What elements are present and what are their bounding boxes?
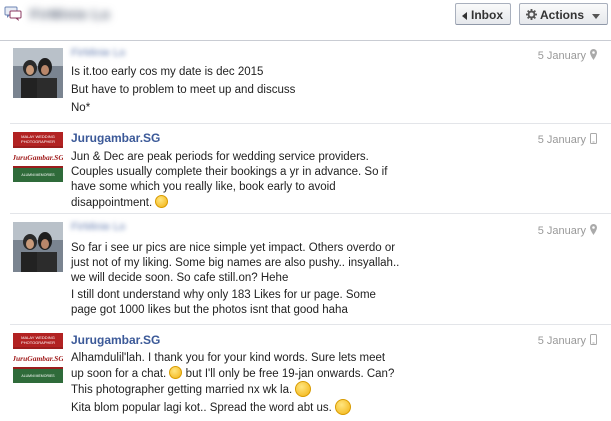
- logo-brand: JuruGambar.SG: [13, 354, 63, 363]
- message-date: 5 January: [511, 133, 611, 147]
- chevron-left-icon: [462, 5, 468, 27]
- smiley-emoji-icon: [155, 195, 169, 208]
- message-line-with-emoji: disappointment.: [71, 195, 169, 211]
- message-line: we will decide soon. So cafe still.on? H…: [71, 272, 289, 284]
- location-pin-icon: [590, 49, 597, 63]
- logo-line-2: PHOTOGRAPHER: [21, 139, 55, 144]
- sender-name[interactable]: Jurugambar.SG: [71, 131, 160, 145]
- message-line: Couples usually complete their bookings …: [71, 166, 388, 178]
- conversation-partner-name[interactable]: FirMinie Lo: [30, 6, 110, 22]
- message-line-with-emoji: up soon for a chat. but I'll only be fre…: [71, 366, 394, 382]
- message-date: 5 January: [511, 49, 611, 63]
- message-line: Is it.too early cos my date is dec 2015: [71, 66, 264, 78]
- sender-name[interactable]: FirMinie Lo: [71, 221, 125, 233]
- sender-name[interactable]: FirMinie Lo: [71, 47, 125, 59]
- couple-photo: [13, 48, 63, 98]
- gear-icon: [526, 5, 537, 27]
- message-text: up soon for a chat.: [71, 368, 167, 380]
- logo-line-3: ALUMNI MEMORIES: [21, 374, 55, 378]
- smiley-emoji-icon: [295, 381, 312, 397]
- sender-avatar[interactable]: [13, 48, 63, 98]
- inbox-button[interactable]: Inbox: [455, 3, 511, 25]
- logo-line-3: ALUMNI MEMORIES: [21, 173, 55, 177]
- logo-line-2: PHOTOGRAPHER: [21, 340, 55, 345]
- message-divider: [10, 123, 611, 124]
- inbox-button-label: Inbox: [471, 8, 503, 22]
- jurugambar-logo: MALAY WEDDING PHOTOGRAPHER JuruGambar.SG…: [13, 132, 63, 182]
- message-date: 5 January: [511, 224, 611, 238]
- actions-button-label: Actions: [540, 8, 585, 22]
- message-line: have some which you really like, book ea…: [71, 181, 336, 193]
- message-line: I still dont understand why only 183 Lik…: [71, 289, 376, 301]
- message-line: But have to problem to meet up and discu…: [71, 84, 296, 96]
- sender-name[interactable]: Jurugambar.SG: [71, 333, 160, 347]
- message-line: So far i see ur pics are nice simple yet…: [71, 242, 396, 254]
- message-text: disappointment.: [71, 197, 153, 209]
- logo-brand: JuruGambar.SG: [13, 153, 63, 162]
- message-line: Alhamdulil'lah. I thank you for your kin…: [71, 352, 386, 364]
- sender-avatar[interactable]: [13, 222, 63, 272]
- conversation-header: FirMinie Lo Inbox Actions: [0, 0, 611, 41]
- sender-avatar[interactable]: MALAY WEDDING PHOTOGRAPHER JuruGambar.SG…: [13, 132, 63, 182]
- couple-photo: [13, 222, 63, 272]
- actions-button[interactable]: Actions: [519, 3, 608, 25]
- message-date-text: 5 January: [537, 334, 586, 347]
- message-date-text: 5 January: [537, 133, 586, 146]
- jurugambar-logo: MALAY WEDDING PHOTOGRAPHER JuruGambar.SG…: [13, 333, 63, 383]
- message-line-with-emoji: This photographer getting married nx wk …: [71, 381, 312, 398]
- message-date-text: 5 January: [537, 224, 586, 237]
- message-text: This photographer getting married nx wk …: [71, 384, 293, 396]
- message-line: just not of my liking. Some big names ar…: [71, 257, 400, 269]
- message-date-text: 5 January: [537, 49, 586, 62]
- location-pin-icon: [590, 224, 597, 238]
- mobile-phone-icon: [590, 133, 597, 147]
- message-text: but I'll only be free 19-jan onwards. Ca…: [185, 368, 395, 380]
- message-line-with-emoji: Kita blom popular lagi kot.. Spread the …: [71, 399, 352, 416]
- grimace-emoji-icon: [335, 399, 352, 415]
- message-divider: [10, 213, 611, 214]
- message-line: Jun & Dec are peak periods for wedding s…: [71, 151, 369, 163]
- sender-avatar[interactable]: MALAY WEDDING PHOTOGRAPHER JuruGambar.SG…: [13, 333, 63, 383]
- caret-down-icon: [592, 5, 601, 27]
- message-line: page got 1000 likes but the photos isnt …: [71, 304, 348, 316]
- chat-bubbles-icon: [4, 6, 22, 21]
- message-date: 5 January: [511, 334, 611, 348]
- message-line: No*: [71, 102, 91, 114]
- message-divider: [10, 324, 611, 325]
- message-text: Kita blom popular lagi kot.. Spread the …: [71, 402, 332, 414]
- mobile-phone-icon: [590, 334, 597, 348]
- grin-emoji-icon: [169, 366, 183, 379]
